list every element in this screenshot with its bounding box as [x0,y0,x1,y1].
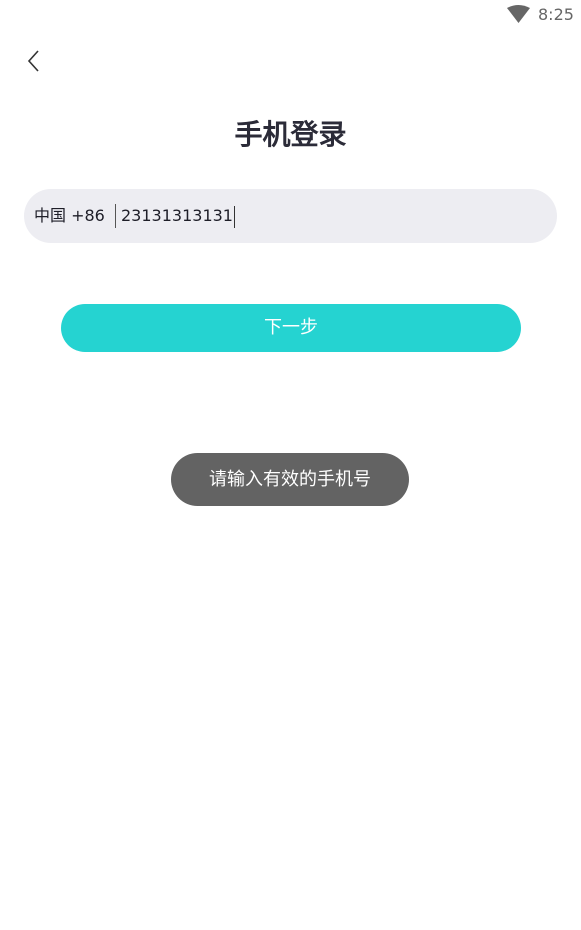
status-time: 8:25 [538,5,574,24]
back-button[interactable] [22,47,48,77]
next-button[interactable]: 下一步 [61,304,521,352]
phone-input-value: 23131313131 [121,206,233,225]
status-bar: 8:25 [0,0,581,30]
text-caret [233,205,235,228]
field-divider [115,204,116,228]
page-title: 手机登录 [234,118,347,151]
chevron-left-icon [22,50,48,81]
toast-message: 请输入有效的手机号 [171,453,409,506]
country-code-selector[interactable]: 中国 +86 [34,189,105,243]
phone-field: 中国 +86 23131313131 [24,189,557,243]
phone-input[interactable]: 23131313131 [121,189,521,243]
wifi-icon [507,5,530,24]
